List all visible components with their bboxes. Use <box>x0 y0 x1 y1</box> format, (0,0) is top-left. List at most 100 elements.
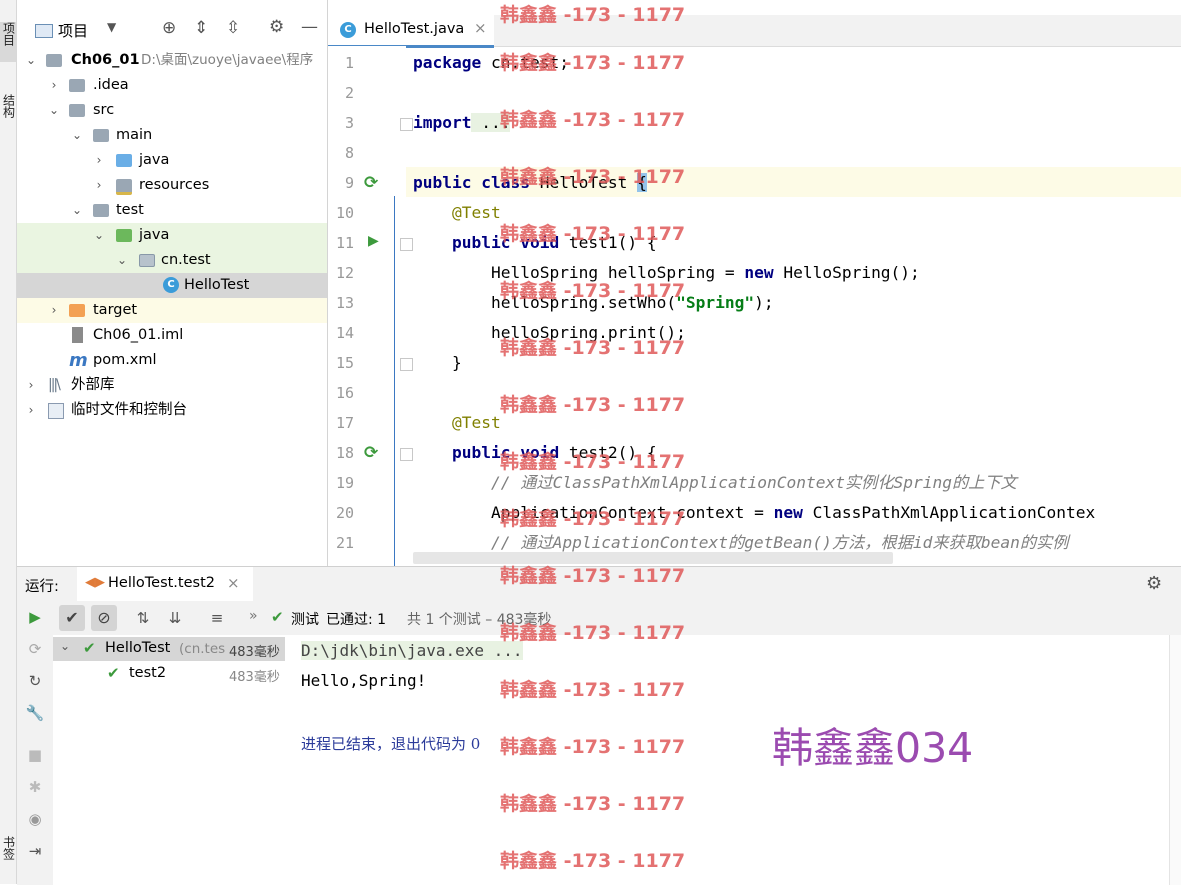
project-panel-title[interactable]: 项目 <box>58 20 88 41</box>
tree-item-project-root[interactable]: ⌄ Ch06_01 D:\桌面\zuoye\javaee\程序 <box>17 48 327 73</box>
locate-icon[interactable]: ⊕ <box>162 18 176 38</box>
collapse-all-icon[interactable]: ⇳ <box>226 18 240 38</box>
source-folder-icon <box>116 154 132 167</box>
line-number: 3 <box>344 114 354 132</box>
close-icon[interactable]: × <box>474 19 487 37</box>
chevron-down-icon[interactable]: ▼ <box>107 20 116 34</box>
code-editor: C HelloTest.java × 1 2 3 8 9 10 11 12 13… <box>328 0 1181 566</box>
fold-icon[interactable] <box>400 358 413 371</box>
code-comment: // 通过ClassPathXmlApplicationContext实例化Sp… <box>490 473 1017 492</box>
expand-all-icon[interactable]: ⇕ <box>194 18 208 38</box>
test-suite-time: 483毫秒 <box>229 645 280 660</box>
code-text: cn.test; <box>481 53 569 72</box>
chevron-down-icon[interactable]: ⌄ <box>60 639 70 653</box>
tree-item-label: src <box>93 102 115 118</box>
camera-icon[interactable]: ◉ <box>25 809 45 829</box>
stop-icon[interactable]: ■ <box>25 745 45 765</box>
show-ignored-icon[interactable]: ⊘ <box>91 605 117 631</box>
run-test-class-icon[interactable]: ⟳ <box>364 173 378 193</box>
run-test-icon[interactable]: ▶ <box>368 233 379 249</box>
editor-tab-hellotest[interactable]: C HelloTest.java × <box>328 15 494 48</box>
rerun-failed-icon[interactable]: ⟳ <box>25 639 45 659</box>
code-line-15: } <box>413 348 462 378</box>
chevron-down-icon[interactable]: ⌄ <box>93 223 105 248</box>
debug-icon[interactable]: ✱ <box>25 777 45 797</box>
fold-icon[interactable] <box>400 118 413 131</box>
tool-window-strip: 项目 结构 书签 <box>0 0 17 884</box>
tree-item-external-libraries[interactable]: › |||\ 外部库 <box>17 373 327 398</box>
tree-item-pom[interactable]: m pom.xml <box>17 348 327 373</box>
chevron-right-icon[interactable]: › <box>48 298 60 323</box>
sort-alpha-icon[interactable]: ⇅ <box>133 608 153 628</box>
code-keyword: import <box>413 113 472 132</box>
tree-item-test[interactable]: ⌄ test <box>17 198 327 223</box>
run-test-icon[interactable]: ⟳ <box>364 443 378 463</box>
code-text: } <box>451 353 462 372</box>
line-number: 16 <box>335 384 354 402</box>
code-line-18: public void test2() { <box>413 438 657 468</box>
console-output[interactable]: D:\jdk\bin\java.exe ... Hello,Spring! 进程… <box>285 635 1169 885</box>
tree-item-label: test <box>116 202 144 218</box>
tree-item-label: cn.test <box>161 252 211 268</box>
chevron-right-icon[interactable]: › <box>93 148 105 173</box>
gear-icon[interactable]: ⚙ <box>269 17 284 37</box>
chevron-down-icon[interactable]: ⌄ <box>48 98 60 123</box>
show-passed-icon[interactable]: ✔ <box>59 605 85 631</box>
close-icon[interactable]: × <box>227 574 240 592</box>
rerun-icon[interactable]: ▶ <box>25 607 45 627</box>
chevron-down-icon[interactable]: ⌄ <box>25 48 37 73</box>
bookmarks-tool-tab[interactable]: 书签 <box>0 836 16 876</box>
tree-item-test-java[interactable]: ⌄ java <box>17 223 327 248</box>
code-line-12: HelloSpring helloSpring = new HelloSprin… <box>413 258 920 288</box>
scratches-icon <box>48 403 64 419</box>
project-panel-header: 项目 ▼ ⊕ ⇕ ⇳ ⚙ — <box>17 12 327 48</box>
console-scrollbar[interactable] <box>1169 635 1181 885</box>
chevron-right-icon[interactable]: › <box>25 398 37 423</box>
line-number: 13 <box>335 294 354 312</box>
exit-icon[interactable]: ⇥ <box>25 841 45 861</box>
chevron-down-icon[interactable]: ⌄ <box>116 248 128 273</box>
excluded-folder-icon <box>69 304 85 317</box>
tree-item-label: 外部库 <box>71 377 115 393</box>
code-keyword: new <box>744 263 774 282</box>
hide-icon[interactable]: — <box>301 17 318 37</box>
fold-icon[interactable] <box>400 238 413 251</box>
code-line-1: package cn.test; <box>413 48 569 78</box>
tree-item-package[interactable]: ⌄ cn.test <box>17 248 327 273</box>
passed-check-icon: ✔ <box>83 639 96 657</box>
chevron-right-icon[interactable]: › <box>93 173 105 198</box>
code-text: ... <box>471 113 511 132</box>
tree-item-iml[interactable]: Ch06_01.iml <box>17 323 327 348</box>
console-command[interactable]: D:\jdk\bin\java.exe ... <box>301 641 523 660</box>
fold-icon[interactable] <box>400 448 413 461</box>
code-line-19: // 通过ClassPathXmlApplicationContext实例化Sp… <box>413 468 1017 498</box>
sort-duration-icon[interactable]: ⇊ <box>165 608 185 628</box>
test-suite-row[interactable]: ⌄ ✔ HelloTest (cn.tes 483毫秒 <box>53 637 285 661</box>
run-tab-hellotest-test2[interactable]: ◀▶ HelloTest.test2 × <box>77 567 253 604</box>
code-text: helloSpring.print(); <box>490 323 686 342</box>
more-icon[interactable]: » <box>249 608 258 624</box>
chevron-down-icon[interactable]: ⌄ <box>71 123 83 148</box>
tree-item-main[interactable]: ⌄ main <box>17 123 327 148</box>
project-tool-tab[interactable]: 项目 <box>0 22 16 62</box>
gear-icon[interactable]: ⚙ <box>1146 573 1162 594</box>
tree-item-scratches[interactable]: › 临时文件和控制台 <box>17 398 327 423</box>
structure-tool-tab[interactable]: 结构 <box>0 94 16 134</box>
chevron-right-icon[interactable]: › <box>48 73 60 98</box>
chevron-down-icon[interactable]: ⌄ <box>71 198 83 223</box>
project-tool-tab-label: 项目 <box>1 22 16 46</box>
tree-item-target[interactable]: › target <box>17 298 327 323</box>
expand-tests-icon[interactable]: ≡ <box>207 608 227 628</box>
tree-item-path: D:\桌面\zuoye\javaee\程序 <box>141 52 314 68</box>
tree-item-hellotest[interactable]: C HelloTest <box>17 273 327 298</box>
toggle-auto-test-icon[interactable]: ↻ <box>25 671 45 691</box>
tree-item-src[interactable]: ⌄ src <box>17 98 327 123</box>
tree-item-idea[interactable]: › .idea <box>17 73 327 98</box>
tree-item-main-java[interactable]: › java <box>17 148 327 173</box>
editor-tab-label: HelloTest.java <box>364 21 465 37</box>
chevron-right-icon[interactable]: › <box>25 373 37 398</box>
tree-item-resources[interactable]: › resources <box>17 173 327 198</box>
test-case-row[interactable]: ✔ test2 483毫秒 <box>53 662 285 686</box>
wrench-icon[interactable]: 🔧 <box>25 703 45 723</box>
line-number: 14 <box>335 324 354 342</box>
